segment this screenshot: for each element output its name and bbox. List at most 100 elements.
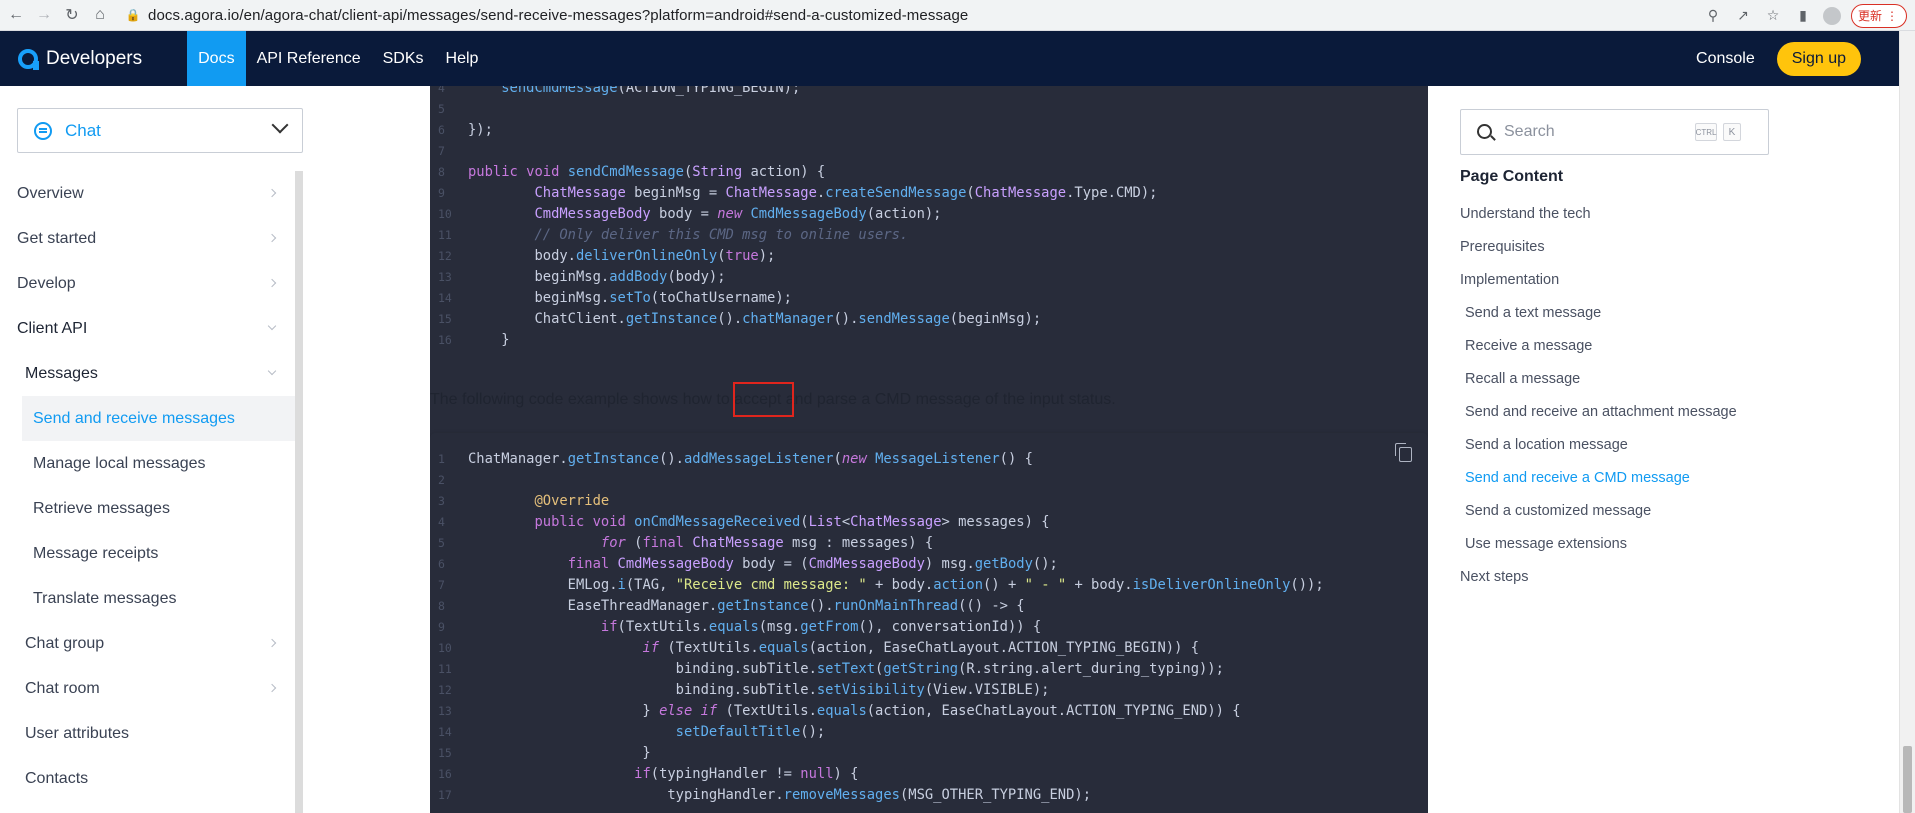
nav-help[interactable]: Help — [435, 31, 490, 86]
code-line: 3 @Override — [430, 491, 1428, 512]
sidebar-item-message-receipts[interactable]: Message receipts — [0, 531, 295, 576]
sidebar-item-label: Develop — [17, 274, 76, 292]
zoom-icon[interactable]: ⚲ — [1703, 6, 1723, 26]
more-vertical-icon: ⋮ — [1886, 8, 1898, 23]
toc-item-receive-message[interactable]: Receive a message — [1460, 329, 1780, 362]
line-number: 16 — [438, 333, 452, 347]
line-number: 2 — [438, 473, 445, 487]
sidebar-item-label: Send and receive messages — [33, 409, 235, 427]
sidebar-item-send-and-receive-messages[interactable]: Send and receive messages — [22, 396, 295, 441]
code-line: 4 public void onCmdMessageReceived(List<… — [430, 512, 1428, 533]
toc-item-implementation[interactable]: Implementation — [1460, 263, 1780, 296]
page-scrollbar-thumb[interactable] — [1903, 746, 1912, 813]
code-line: 11 // Only deliver this CMD msg to onlin… — [430, 225, 1428, 246]
line-number: 9 — [438, 620, 445, 634]
sidebar-panel-icon[interactable]: ▮ — [1793, 6, 1813, 26]
back-arrow-icon[interactable]: ← — [4, 3, 28, 27]
toc-item-cmd-message[interactable]: Send and receive a CMD message — [1460, 461, 1780, 494]
line-number: 13 — [438, 704, 452, 718]
search-box[interactable]: Search CTRL K — [1460, 109, 1769, 155]
product-selector[interactable]: Chat — [17, 108, 303, 153]
sidebar-item-get-started[interactable]: Get started — [0, 216, 295, 261]
sidebar-scrollbar-thumb[interactable] — [295, 171, 303, 813]
line-number: 8 — [438, 165, 445, 179]
sidebar-item-label: Message receipts — [33, 544, 159, 562]
sidebar-item-client-api[interactable]: Client API — [0, 306, 295, 351]
search-icon — [1477, 124, 1492, 139]
code-line: 15 ChatClient.getInstance().chatManager(… — [430, 309, 1428, 330]
line-number: 6 — [438, 123, 445, 137]
line-number: 15 — [438, 746, 452, 760]
toc-list: Understand the tech Prerequisites Implem… — [1460, 197, 1780, 593]
site-logo[interactable]: Developers — [18, 48, 142, 70]
sidebar-item-develop[interactable]: Develop — [0, 261, 295, 306]
line-number: 12 — [438, 683, 452, 697]
toc-item-attachment-message[interactable]: Send and receive an attachment message — [1460, 395, 1780, 428]
sidebar-item-label: Messages — [25, 364, 98, 382]
signup-button[interactable]: Sign up — [1776, 41, 1861, 76]
toc-item-next-steps[interactable]: Next steps — [1460, 560, 1780, 593]
code-line: 17 typingHandler.removeMessages(MSG_OTHE… — [430, 785, 1428, 806]
sidebar-item-label: Get started — [17, 229, 97, 247]
line-number: 5 — [438, 536, 445, 550]
chevron-right-icon — [267, 278, 277, 288]
nav-docs[interactable]: Docs — [187, 31, 246, 86]
code-line: 14 setDefaultTitle(); — [430, 722, 1428, 743]
home-icon[interactable]: ⌂ — [88, 3, 112, 27]
toc-item-prerequisites[interactable]: Prerequisites — [1460, 230, 1780, 263]
address-bar[interactable]: docs.agora.io/en/agora-chat/client-api/m… — [148, 7, 968, 24]
toc-item-message-extensions[interactable]: Use message extensions — [1460, 527, 1780, 560]
site-header: Developers Docs API Reference SDKs Help … — [0, 31, 1899, 86]
line-number: 4 — [438, 515, 445, 529]
line-number: 11 — [438, 662, 452, 676]
sidebar-item-chat-room[interactable]: Chat room — [0, 666, 295, 711]
line-number: 4 — [438, 86, 445, 95]
toc-item-customized-message[interactable]: Send a customized message — [1460, 494, 1780, 527]
sidebar-item-messages[interactable]: Messages — [0, 351, 295, 396]
line-number: 10 — [438, 641, 452, 655]
line-number: 11 — [438, 228, 452, 242]
share-icon[interactable]: ↗ — [1733, 6, 1753, 26]
line-number: 13 — [438, 270, 452, 284]
toc-item-recall-message[interactable]: Recall a message — [1460, 362, 1780, 395]
update-button[interactable]: 更新 ⋮ — [1850, 3, 1907, 28]
code-line: 6}); — [430, 120, 1428, 141]
code-lines: 1 ChatManager.getInstance().addMessageLis… — [430, 449, 1428, 806]
sidebar-item-manage-local-messages[interactable]: Manage local messages — [0, 441, 295, 486]
nav-sdks[interactable]: SDKs — [372, 31, 435, 86]
page-scrollbar[interactable] — [1899, 31, 1915, 813]
code-line: 5 for (final ChatMessage msg : messages)… — [430, 533, 1428, 554]
toc-item-send-text-message[interactable]: Send a text message — [1460, 296, 1780, 329]
sidebar-item-overview[interactable]: Overview — [0, 171, 295, 216]
line-number: 1 — [438, 452, 445, 466]
sidebar-item-user-attributes[interactable]: User attributes — [0, 711, 295, 756]
chevron-right-icon — [267, 683, 277, 693]
chevron-right-icon — [267, 233, 277, 243]
sidebar-item-contacts[interactable]: Contacts — [0, 756, 295, 801]
sidebar-item-retrieve-messages[interactable]: Retrieve messages — [0, 486, 295, 531]
sidebar-scrollbar[interactable] — [295, 171, 303, 813]
star-icon[interactable]: ☆ — [1763, 6, 1783, 26]
nav-api-reference[interactable]: API Reference — [246, 31, 372, 86]
code-line: 16 } — [430, 330, 1428, 351]
chevron-down-icon — [271, 116, 289, 134]
line-number: 9 — [438, 186, 445, 200]
code-line: 14 beginMsg.setTo(toChatUsername); — [430, 288, 1428, 309]
profile-avatar[interactable] — [1822, 6, 1841, 25]
reload-icon[interactable]: ↻ — [60, 3, 84, 27]
sidebar-item-translate-messages[interactable]: Translate messages — [0, 576, 295, 621]
toc-item-understand-the-tech[interactable]: Understand the tech — [1460, 197, 1780, 230]
forward-arrow-icon[interactable]: → — [32, 3, 56, 27]
code-line: 7 EMLog.i(TAG, "Receive cmd message: " +… — [430, 575, 1428, 596]
code-block-receive-cmd[interactable]: 1 ChatManager.getInstance().addMessageLis… — [430, 433, 1428, 813]
line-number: 14 — [438, 725, 452, 739]
code-line: 16 if(typingHandler != null) { — [430, 764, 1428, 785]
sidebar-item-chat-group[interactable]: Chat group — [0, 621, 295, 666]
line-number: 14 — [438, 291, 452, 305]
code-line: 13 beginMsg.addBody(body); — [430, 267, 1428, 288]
lock-icon[interactable]: 🔒 — [126, 8, 141, 22]
line-number: 12 — [438, 249, 452, 263]
sidebar-item-label: Overview — [17, 184, 84, 202]
console-link[interactable]: Console — [1696, 50, 1755, 68]
toc-item-location-message[interactable]: Send a location message — [1460, 428, 1780, 461]
